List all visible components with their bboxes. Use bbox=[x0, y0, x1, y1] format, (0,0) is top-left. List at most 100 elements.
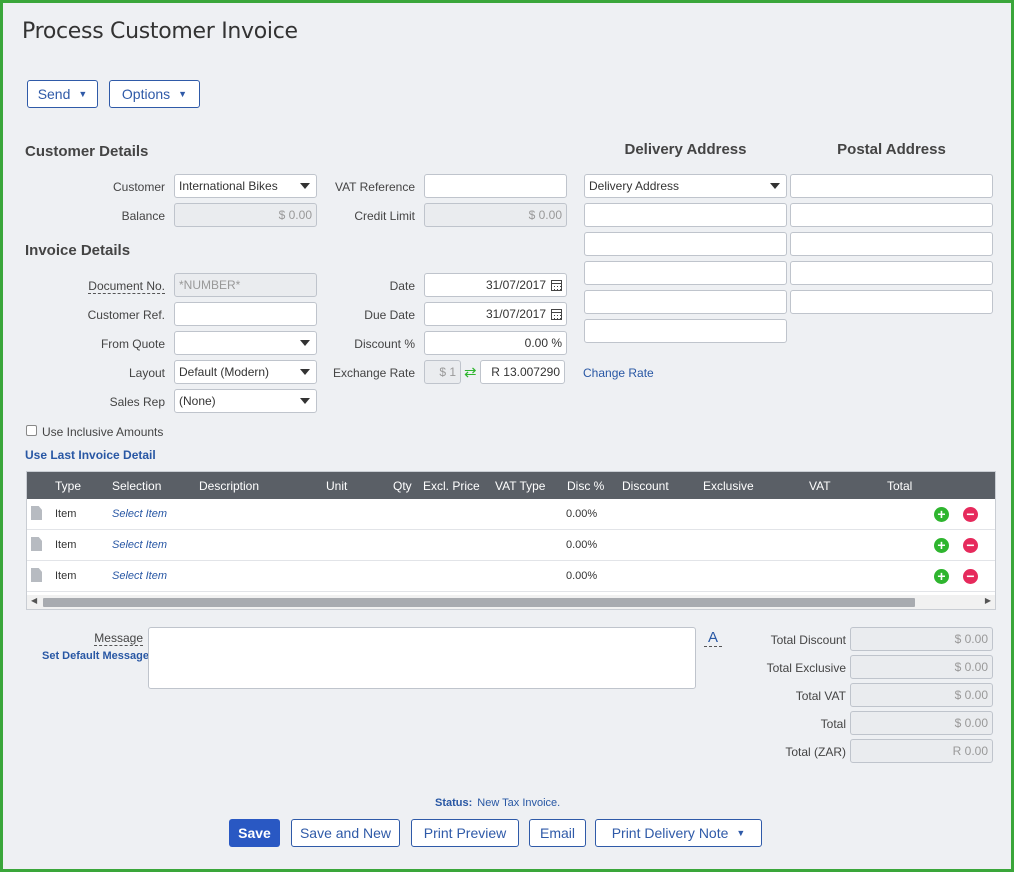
col-total[interactable]: Total bbox=[887, 479, 912, 493]
calendar-icon[interactable] bbox=[551, 279, 562, 291]
document-icon bbox=[31, 568, 42, 582]
remove-row-icon[interactable]: − bbox=[963, 538, 978, 553]
scroll-right-icon[interactable]: ▶ bbox=[985, 596, 991, 605]
postal-address-heading: Postal Address bbox=[837, 141, 946, 158]
scroll-left-icon[interactable]: ◀ bbox=[31, 596, 37, 605]
chevron-down-icon bbox=[300, 369, 310, 375]
col-vat-type[interactable]: VAT Type bbox=[495, 479, 545, 493]
row-disc: 0.00% bbox=[566, 508, 598, 520]
col-type[interactable]: Type bbox=[55, 479, 81, 493]
add-row-icon[interactable]: + bbox=[934, 538, 949, 553]
date-label: Date bbox=[389, 279, 415, 293]
due-date-value: 31/07/2017 bbox=[485, 307, 546, 321]
print-preview-button[interactable]: Print Preview bbox=[411, 819, 519, 847]
postal-address-line-1[interactable] bbox=[790, 174, 993, 198]
send-label: Send bbox=[37, 86, 71, 102]
use-inclusive-checkbox[interactable] bbox=[26, 425, 37, 436]
grid-horizontal-scrollbar[interactable]: ◀ ▶ bbox=[27, 595, 995, 609]
from-quote-select[interactable] bbox=[174, 331, 317, 355]
add-row-icon[interactable]: + bbox=[934, 569, 949, 584]
date-input[interactable]: 31/07/2017 bbox=[424, 273, 567, 297]
postal-address-line-2[interactable] bbox=[790, 203, 993, 227]
delivery-address-line-5[interactable] bbox=[584, 319, 787, 343]
exchange-base-value: $ 1 bbox=[439, 365, 456, 379]
options-button[interactable]: Options ▼ bbox=[109, 80, 200, 108]
customer-ref-input[interactable] bbox=[174, 302, 317, 326]
remove-row-icon[interactable]: − bbox=[963, 507, 978, 522]
remove-row-icon[interactable]: − bbox=[963, 569, 978, 584]
select-item-link[interactable]: Select Item bbox=[112, 570, 167, 582]
total-vat-value: $ 0.00 bbox=[954, 688, 988, 702]
document-icon bbox=[31, 537, 42, 551]
row-type: Item bbox=[55, 570, 77, 582]
total-value: $ 0.00 bbox=[954, 716, 988, 730]
postal-address-line-5[interactable] bbox=[790, 290, 993, 314]
exchange-rate-value: R 13.007290 bbox=[491, 365, 560, 379]
col-discount[interactable]: Discount bbox=[622, 479, 669, 493]
print-delivery-note-button[interactable]: Print Delivery Note ▼ bbox=[595, 819, 762, 847]
select-item-link[interactable]: Select Item bbox=[112, 508, 167, 520]
postal-address-line-4[interactable] bbox=[790, 261, 993, 285]
select-item-link[interactable]: Select Item bbox=[112, 539, 167, 551]
invoice-details-heading: Invoice Details bbox=[25, 242, 131, 259]
add-row-icon[interactable]: + bbox=[934, 507, 949, 522]
row-type: Item bbox=[55, 508, 77, 520]
table-row: Item Select Item 0.00% + − bbox=[27, 499, 995, 530]
customer-details-heading: Customer Details bbox=[25, 143, 149, 160]
print-preview-label: Print Preview bbox=[423, 825, 507, 841]
delivery-address-heading: Delivery Address bbox=[624, 141, 747, 158]
total-discount-label: Total Discount bbox=[770, 633, 846, 647]
delivery-address-line-1[interactable] bbox=[584, 203, 787, 227]
chevron-down-icon bbox=[300, 340, 310, 346]
col-excl-price[interactable]: Excl. Price bbox=[423, 479, 480, 493]
col-qty[interactable]: Qty bbox=[393, 479, 412, 493]
sales-rep-select[interactable]: (None) bbox=[174, 389, 317, 413]
customer-ref-label: Customer Ref. bbox=[87, 308, 165, 322]
postal-address-line-3[interactable] bbox=[790, 232, 993, 256]
sales-rep-label: Sales Rep bbox=[109, 395, 165, 409]
email-button[interactable]: Email bbox=[529, 819, 586, 847]
row-disc: 0.00% bbox=[566, 539, 598, 551]
options-label: Options bbox=[121, 86, 171, 102]
message-label: Message bbox=[94, 631, 143, 646]
print-delivery-note-label: Print Delivery Note bbox=[611, 825, 729, 841]
col-vat[interactable]: VAT bbox=[809, 479, 831, 493]
message-textarea[interactable] bbox=[148, 627, 696, 689]
col-disc-pct[interactable]: Disc % bbox=[567, 479, 604, 493]
delivery-address-line-4[interactable] bbox=[584, 290, 787, 314]
discount-value: 0.00 % bbox=[524, 336, 562, 350]
col-selection[interactable]: Selection bbox=[112, 479, 161, 493]
caret-down-icon: ▼ bbox=[178, 89, 188, 99]
use-last-invoice-link[interactable]: Use Last Invoice Detail bbox=[25, 448, 156, 462]
col-unit[interactable]: Unit bbox=[326, 479, 347, 493]
vat-reference-input[interactable] bbox=[424, 174, 567, 198]
set-default-message-link[interactable]: Set Default Message bbox=[42, 650, 149, 662]
layout-select[interactable]: Default (Modern) bbox=[174, 360, 317, 384]
invoice-window: Process Customer Invoice Send ▼ Options … bbox=[0, 0, 1014, 872]
delivery-address-select-value: Delivery Address bbox=[589, 179, 680, 193]
date-value: 31/07/2017 bbox=[485, 278, 546, 292]
status-line: Status: New Tax Invoice. bbox=[435, 797, 560, 809]
exchange-rate-input[interactable]: R 13.007290 bbox=[480, 360, 565, 384]
document-no-placeholder: *NUMBER* bbox=[179, 278, 241, 292]
caret-down-icon: ▼ bbox=[78, 89, 88, 99]
font-icon[interactable]: A bbox=[704, 629, 723, 647]
customer-select[interactable]: International Bikes bbox=[174, 174, 317, 198]
delivery-address-line-2[interactable] bbox=[584, 232, 787, 256]
document-icon bbox=[31, 506, 42, 520]
col-exclusive[interactable]: Exclusive bbox=[703, 479, 754, 493]
calendar-icon[interactable] bbox=[551, 308, 562, 320]
balance-field: $ 0.00 bbox=[174, 203, 317, 227]
change-rate-link[interactable]: Change Rate bbox=[583, 366, 654, 380]
delivery-address-select[interactable]: Delivery Address bbox=[584, 174, 787, 198]
exchange-icon[interactable]: ⇄ bbox=[464, 363, 477, 381]
send-button[interactable]: Send ▼ bbox=[27, 80, 98, 108]
discount-input[interactable]: 0.00 % bbox=[424, 331, 567, 355]
save-button[interactable]: Save bbox=[229, 819, 280, 847]
discount-label: Discount % bbox=[354, 337, 415, 351]
save-and-new-button[interactable]: Save and New bbox=[291, 819, 400, 847]
due-date-input[interactable]: 31/07/2017 bbox=[424, 302, 567, 326]
col-description[interactable]: Description bbox=[199, 479, 259, 493]
scrollbar-thumb[interactable] bbox=[43, 598, 915, 607]
delivery-address-line-3[interactable] bbox=[584, 261, 787, 285]
